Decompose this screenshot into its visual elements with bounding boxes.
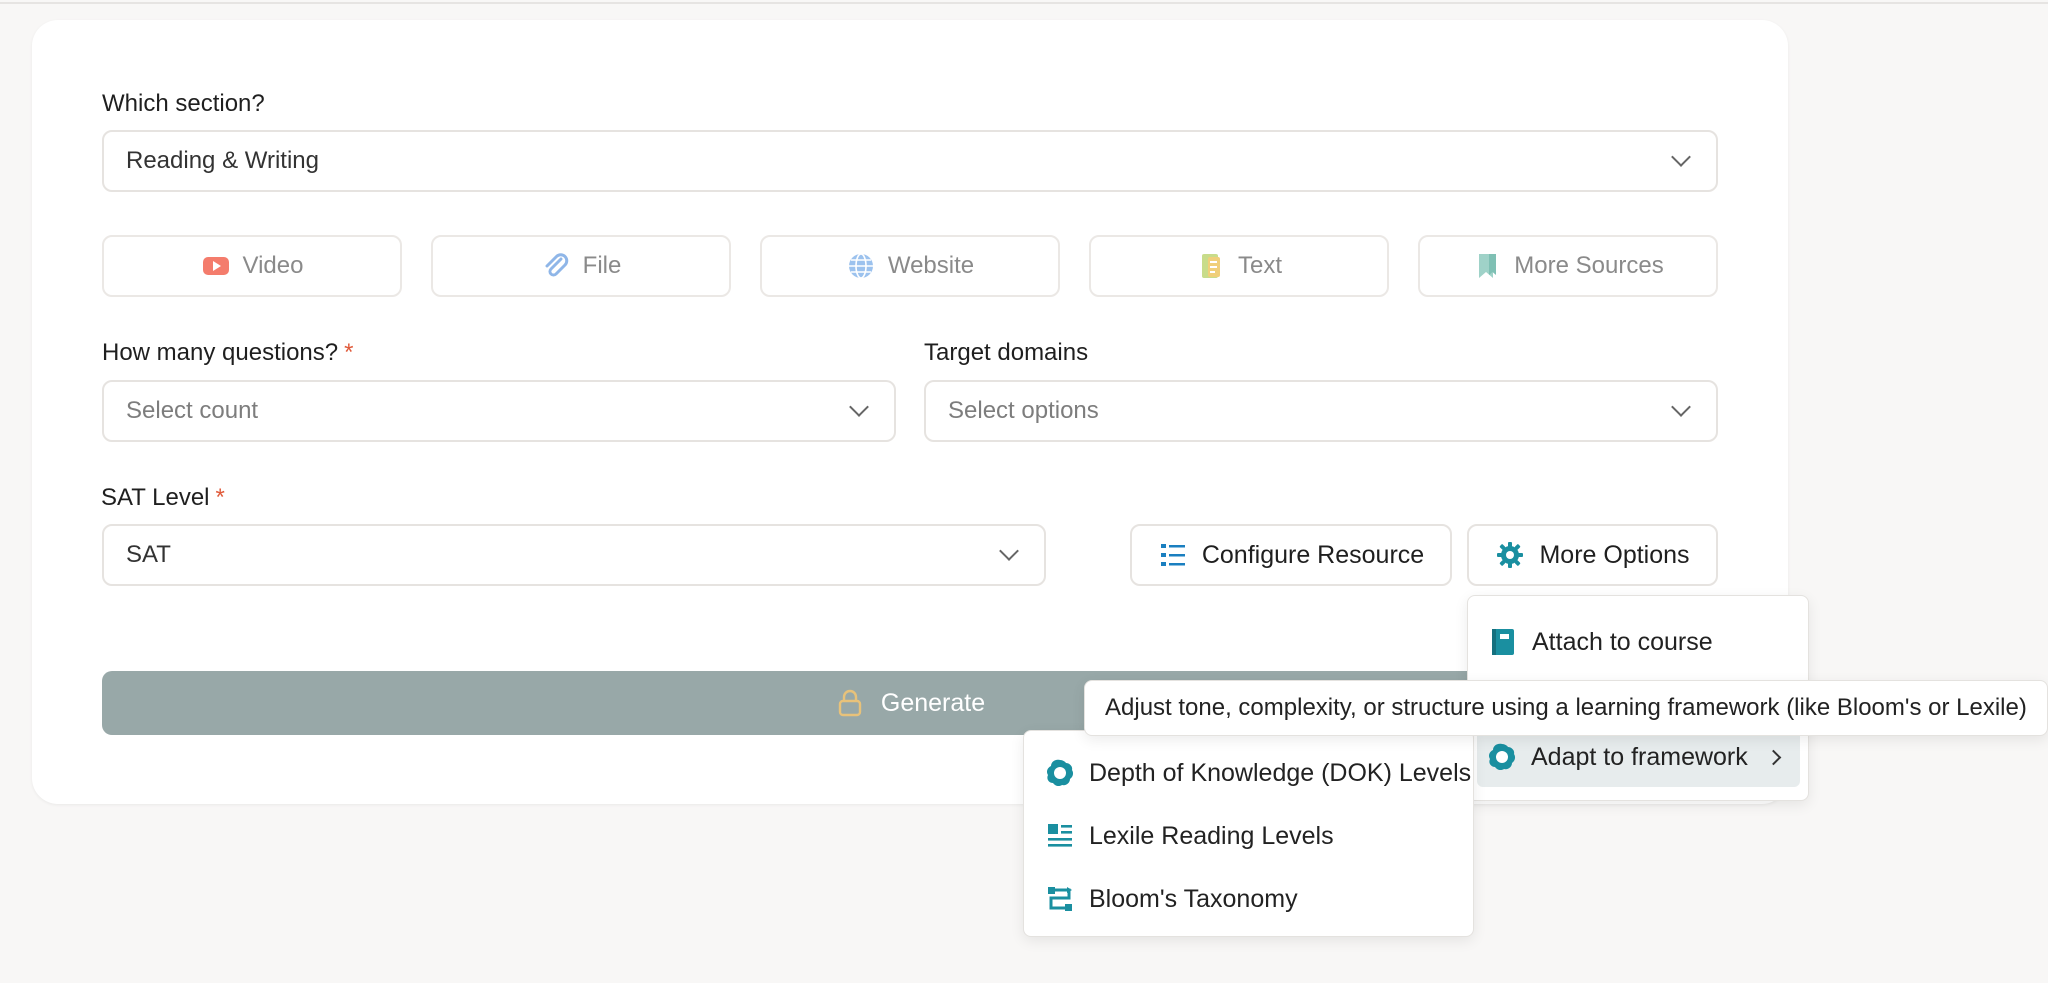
framework-submenu: Depth of Knowledge (DOK) Levels Lexile R…: [1023, 730, 1474, 937]
chevron-down-icon: [849, 397, 869, 417]
target-domains-select[interactable]: Select options: [924, 380, 1718, 442]
section-value: Reading & Writing: [126, 147, 319, 174]
required-mark: *: [344, 339, 354, 366]
questions-label-text: How many questions?: [102, 339, 339, 366]
source-website-label: Website: [887, 252, 975, 279]
lock-icon: [838, 689, 862, 717]
adapt-to-framework-label: Adapt to framework: [1531, 742, 1748, 771]
source-text-button[interactable]: Text: [1089, 235, 1389, 297]
bookmark-icon: [1479, 254, 1497, 278]
chevron-right-icon: [1765, 749, 1782, 765]
bloom-icon: [1048, 887, 1072, 911]
source-more-button[interactable]: More Sources: [1418, 235, 1718, 297]
configure-resource-button[interactable]: Configure Resource: [1130, 524, 1452, 586]
source-text-label: Text: [1237, 252, 1282, 279]
globe-icon: [848, 253, 873, 279]
adapt-to-framework-item[interactable]: Adapt to framework: [1477, 727, 1800, 787]
lexile-icon: [1048, 824, 1072, 847]
framework-tooltip: Adjust tone, complexity, or structure us…: [1084, 680, 2048, 736]
domains-label: Target domains: [924, 339, 1089, 366]
questions-count-placeholder: Select count: [126, 397, 259, 424]
sat-level-label-text: SAT Level: [101, 484, 210, 511]
notebook-icon: [1492, 629, 1514, 655]
sat-level-value: SAT: [126, 541, 171, 568]
more-options-button[interactable]: More Options: [1467, 524, 1718, 586]
source-more-label: More Sources: [1514, 252, 1664, 279]
questions-count-select[interactable]: Select count: [102, 380, 896, 442]
lexile-levels-item[interactable]: Lexile Reading Levels: [1045, 813, 1334, 859]
sat-level-label: SAT Level *: [101, 484, 225, 512]
blooms-taxonomy-label: Bloom's Taxonomy: [1089, 884, 1298, 913]
section-select[interactable]: Reading & Writing: [102, 130, 1718, 192]
sat-level-select[interactable]: SAT: [102, 524, 1046, 586]
source-video-label: Video: [242, 252, 304, 279]
dok-icon: [1047, 759, 1074, 787]
framework-icon: [1489, 743, 1516, 771]
chevron-down-icon: [999, 541, 1019, 561]
source-file-button[interactable]: File: [431, 235, 731, 297]
dok-levels-item[interactable]: Depth of Knowledge (DOK) Levels: [1045, 750, 1471, 796]
target-domains-placeholder: Select options: [948, 397, 1099, 424]
attach-to-course-item[interactable]: Attach to course: [1488, 617, 1788, 667]
required-mark: *: [215, 484, 225, 511]
source-video-button[interactable]: Video: [102, 235, 402, 297]
lexile-levels-label: Lexile Reading Levels: [1089, 821, 1334, 850]
blooms-taxonomy-item[interactable]: Bloom's Taxonomy: [1045, 876, 1298, 922]
questions-label: How many questions? *: [102, 339, 353, 367]
attach-to-course-label: Attach to course: [1532, 627, 1713, 656]
more-options-label: More Options: [1539, 540, 1690, 569]
paperclip-icon: [545, 253, 568, 277]
chevron-down-icon: [1671, 397, 1691, 417]
source-website-button[interactable]: Website: [760, 235, 1060, 297]
chevron-down-icon: [1671, 147, 1691, 167]
generate-label: Generate: [880, 688, 986, 717]
source-file-label: File: [582, 252, 622, 279]
dok-levels-label: Depth of Knowledge (DOK) Levels: [1089, 758, 1472, 787]
gear-icon: [1497, 542, 1524, 568]
configure-resource-label: Configure Resource: [1201, 540, 1425, 569]
list-icon: [1160, 544, 1185, 566]
section-label: Which section?: [102, 90, 265, 117]
youtube-icon: [202, 257, 229, 275]
top-divider: [0, 0, 2048, 4]
text-doc-icon: [1201, 254, 1220, 278]
